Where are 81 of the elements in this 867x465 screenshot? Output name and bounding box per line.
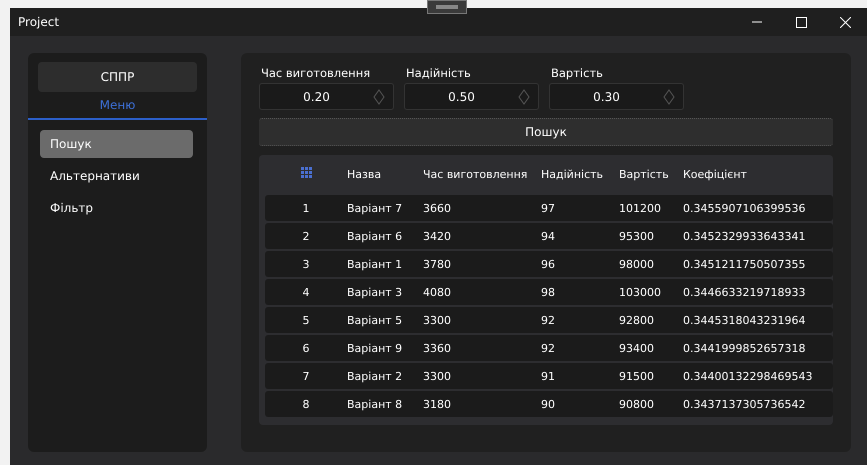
table-cell-text: Варіант 3 (347, 286, 404, 298)
table-cell-text: Варіант 8 (347, 398, 404, 410)
window-title: Project (18, 15, 60, 29)
table-row[interactable]: 8 Варіант 8 3180 90 90800 0.3437137305736542 (265, 391, 833, 417)
menu-tab[interactable]: Меню (28, 92, 207, 120)
column-header: Коефіцієнт (683, 168, 747, 180)
table-cell-text: 98000 (619, 258, 655, 270)
table-cell-text: 3780 (423, 258, 452, 270)
table-cell-text: 3300 (423, 370, 452, 382)
table-cell-text: 3300 (423, 314, 452, 326)
table-cell-text: 6 (302, 342, 310, 354)
table-cell-text: 91500 (619, 370, 655, 382)
app-title: СППР (38, 62, 197, 92)
table-cell-text: 0.3455907106399536 (683, 202, 806, 214)
table-cell-text: 91 (541, 370, 556, 382)
number-field[interactable]: 0.30 (549, 83, 684, 110)
table-cell-text: 3 (302, 258, 310, 270)
column-header: Надійність (541, 168, 604, 180)
table-cell-text: 98 (541, 286, 556, 298)
table-cell-text: 0.3437137305736542 (683, 398, 806, 410)
table-cell-text: 7 (302, 370, 310, 382)
table-cell-text: 92 (541, 314, 556, 326)
maximize-icon (796, 16, 806, 28)
table-cell-text: 103000 (619, 286, 662, 298)
menu-item[interactable]: Альтернативи (40, 162, 193, 190)
field-label: Вартість (550, 65, 604, 82)
number-field[interactable]: 0.20 (259, 83, 394, 110)
grid-icon[interactable] (300, 167, 312, 178)
table-cell-text: 8 (302, 398, 310, 410)
table-cell-text: 2 (302, 230, 310, 242)
column-header: Вартість (619, 168, 669, 180)
number-field[interactable]: 0.50 (404, 83, 539, 110)
table-cell-text: 94 (541, 230, 556, 242)
field-label: Час виготовлення (260, 65, 372, 82)
spinner-icon (373, 88, 385, 104)
table-cell-text: 92 (541, 342, 556, 354)
table-cell-text: 0.3446633219718933 (683, 286, 806, 298)
table-cell-text: 4080 (423, 286, 452, 298)
table-cell-text: 101200 (619, 202, 662, 214)
table-cell-text: 95300 (619, 230, 655, 242)
table-cell-text: Варіант 5 (347, 314, 404, 326)
table-row[interactable]: 6 Варіант 9 3360 92 93400 0.3441999852657318 (265, 335, 833, 361)
table-cell-text: 5 (302, 314, 310, 326)
column-header: Назва (347, 168, 382, 180)
table-cell-text: 93400 (619, 342, 655, 354)
table-cell-text: 1 (302, 202, 310, 214)
table-row[interactable]: 1 Варіант 7 3660 97 101200 0.3455907106399536 (265, 195, 833, 221)
table-row[interactable]: 4 Варіант 3 4080 98 103000 0.3446633219718933 (265, 279, 833, 305)
table-cell-text: 4 (302, 286, 310, 298)
table-cell-text: Варіант 6 (347, 230, 404, 242)
menu-item[interactable]: Пошук (40, 130, 193, 158)
table-cell-text: 0.3452329933643341 (683, 230, 806, 242)
table-cell-text: 3660 (423, 202, 452, 214)
search-button[interactable]: Пошук (259, 118, 833, 146)
menu-item[interactable]: Фільтр (40, 194, 193, 222)
table-cell-text: 92800 (619, 314, 655, 326)
table-cell-text: 97 (541, 202, 556, 214)
field-label: Надійність (405, 65, 472, 82)
table-cell-text: 0.3441999852657318 (683, 342, 806, 354)
table-cell-text: 90 (541, 398, 556, 410)
table-cell-text: 0.3451211750507355 (683, 258, 806, 270)
table-cell-text: 3180 (423, 398, 452, 410)
table-cell-text: 0.34400132298469543 (683, 370, 814, 382)
close-icon (840, 16, 850, 28)
spinner-icon (518, 88, 530, 104)
table-cell-text: 3360 (423, 342, 452, 354)
table-row[interactable]: 5 Варіант 5 3300 92 92800 0.3445318043231964 (265, 307, 833, 333)
table-cell-text: 96 (541, 258, 556, 270)
table-row[interactable]: 2 Варіант 6 3420 94 95300 0.3452329933643341 (265, 223, 833, 249)
table-cell-text: 90800 (619, 398, 655, 410)
table-cell-text: Варіант 9 (347, 342, 404, 354)
column-header: Час виготовлення (423, 168, 528, 180)
table-cell-text: Варіант 1 (347, 258, 404, 270)
table-cell-text: 0.3445318043231964 (683, 314, 806, 326)
table-cell-text: 3420 (423, 230, 452, 242)
table-row[interactable]: 7 Варіант 2 3300 91 91500 0.34400132298469543 (265, 363, 833, 389)
table-row[interactable]: 3 Варіант 1 3780 96 98000 0.3451211750507355 (265, 251, 833, 277)
spinner-icon (663, 88, 675, 104)
table-cell-text: Варіант 7 (347, 202, 404, 214)
drag-handle[interactable] (427, 0, 467, 14)
table-cell-text: Варіант 2 (347, 370, 404, 382)
